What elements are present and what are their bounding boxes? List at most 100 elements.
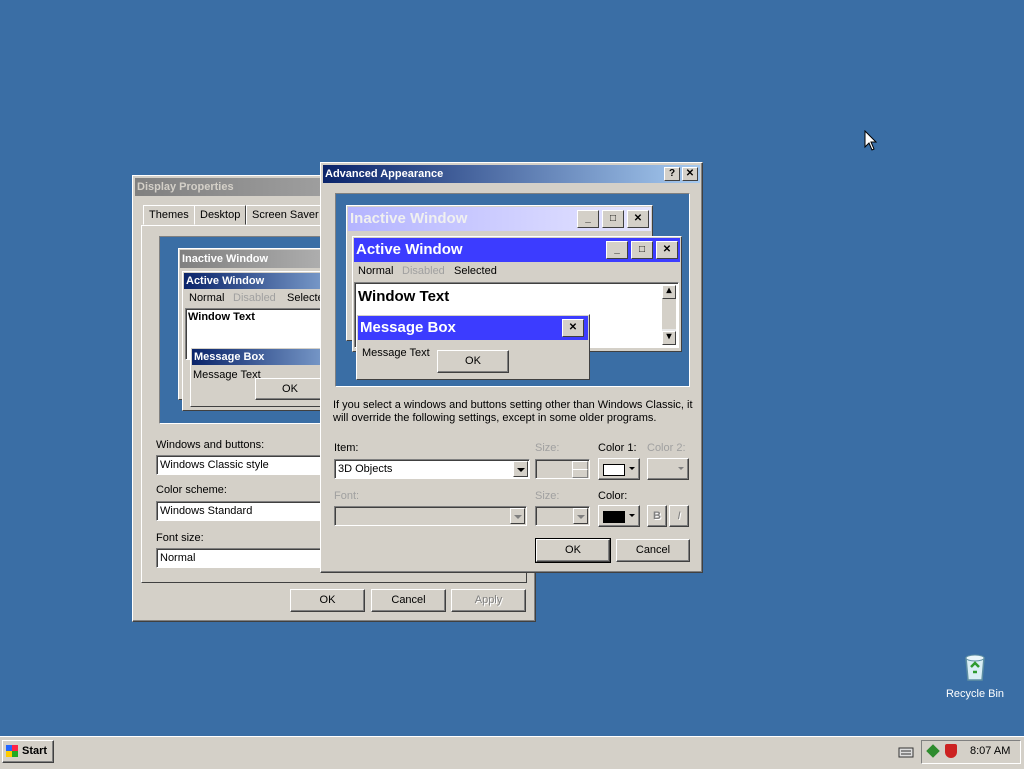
adv-preview-ok-label: OK — [465, 355, 481, 367]
cancel-label: Cancel — [391, 594, 426, 606]
preview-ok-button: OK — [255, 378, 325, 400]
italic-icon: I — [677, 510, 681, 522]
italic-button[interactable]: I — [669, 505, 689, 527]
preview-menu-normal: Normal — [189, 292, 225, 304]
font-size-value: Normal — [160, 552, 196, 564]
font-size-chevron-down-icon[interactable] — [573, 508, 588, 524]
scroll-up-icon: ▴ — [662, 285, 676, 299]
color-scheme-label: Color scheme: — [156, 484, 227, 496]
tab-desktop[interactable]: Desktop — [194, 205, 247, 225]
advanced-ok-label: OK — [565, 544, 581, 556]
spin-down-icon[interactable] — [572, 469, 588, 478]
network-icon[interactable] — [926, 744, 940, 758]
size-label: Size: — [535, 442, 560, 454]
adv-message-close-icon: ✕ — [562, 319, 584, 337]
tab-themes[interactable]: Themes — [143, 205, 195, 225]
apply-button[interactable]: Apply — [451, 589, 526, 612]
chevron-down-icon[interactable] — [513, 461, 528, 477]
color-scheme-value: Windows Standard — [160, 505, 253, 517]
windows-logo-icon — [6, 745, 18, 757]
color1-label: Color 1: — [598, 442, 637, 454]
color2-arrow-icon — [678, 467, 684, 470]
ok-button[interactable]: OK — [290, 589, 365, 612]
advanced-appearance-title: Advanced Appearance — [325, 168, 444, 180]
font-size-label: Font size: — [156, 532, 204, 544]
windows-buttons-label: Windows and buttons: — [156, 439, 265, 451]
color2-button[interactable] — [647, 458, 689, 480]
adv-preview-inactive-title: Inactive Window — [350, 210, 468, 227]
adv-menu-disabled: Disabled — [402, 265, 445, 277]
start-button[interactable]: Start — [2, 740, 54, 763]
adv-message-title: Message Box — [360, 319, 456, 336]
security-shield-icon[interactable] — [945, 744, 957, 758]
tab-desktop-label: Desktop — [200, 209, 241, 221]
recycle-bin[interactable]: Recycle Bin — [940, 650, 1010, 700]
preview-message-text: Message Text — [193, 369, 261, 381]
adv-inactive-close-icon: ✕ — [627, 210, 649, 228]
item-select[interactable]: 3D Objects — [334, 459, 530, 479]
taskbar: Start 8:07 AM — [0, 736, 1024, 769]
font-color-button[interactable] — [598, 505, 640, 527]
windows-buttons-value: Windows Classic style — [160, 459, 269, 471]
advanced-appearance-titlebar[interactable]: Advanced Appearance ? ✕ — [323, 165, 700, 183]
color2-label: Color 2: — [647, 442, 686, 454]
adv-inactive-minimize-icon: _ — [577, 210, 599, 228]
bold-icon: B — [653, 510, 661, 522]
adv-preview-ok-button: OK — [437, 350, 509, 373]
item-label: Item: — [334, 442, 359, 454]
tab-screen-saver[interactable]: Screen Saver — [246, 205, 325, 225]
adv-active-minimize-icon: _ — [606, 241, 628, 259]
windows-buttons-select[interactable]: Windows Classic style — [156, 455, 341, 475]
font-color-label: Color: — [598, 490, 628, 502]
system-tray: 8:07 AM — [921, 740, 1021, 764]
tab-screen-saver-label: Screen Saver — [252, 209, 319, 221]
adv-menu-normal: Normal — [358, 265, 394, 277]
font-color-arrow-icon — [629, 514, 635, 517]
info-text: If you select a windows and buttons sett… — [333, 399, 693, 424]
cancel-button[interactable]: Cancel — [371, 589, 446, 612]
preview-menu-selected: Selecte — [287, 292, 324, 304]
color1-swatch — [603, 464, 625, 476]
advanced-ok-button[interactable]: OK — [535, 538, 611, 563]
recycle-bin-icon — [965, 654, 985, 681]
adv-active-close-icon: ✕ — [656, 241, 678, 259]
help-icon: ? — [668, 168, 676, 179]
advanced-appearance-dialog: Advanced Appearance ? ✕ Inactive Window … — [320, 162, 703, 573]
mouse-cursor-icon — [864, 130, 878, 151]
color-scheme-select[interactable]: Windows Standard — [156, 501, 341, 521]
adv-message-box: Message Box ✕ Message Text OK — [356, 314, 590, 380]
preview-ok-label: OK — [282, 383, 298, 395]
keyboard-icon[interactable] — [898, 745, 914, 759]
adv-menu-selected: Selected — [454, 265, 497, 277]
advanced-cancel-label: Cancel — [635, 544, 671, 556]
recycle-bin-label: Recycle Bin — [945, 688, 1005, 700]
preview-inactive-title: Inactive Window — [182, 253, 269, 265]
bold-button[interactable]: B — [647, 505, 667, 527]
size-spinner[interactable] — [535, 459, 590, 479]
adv-scrollbar: ▴ ▾ — [662, 285, 676, 345]
advanced-cancel-button[interactable]: Cancel — [616, 539, 690, 562]
scroll-down-icon: ▾ — [662, 331, 676, 345]
preview-window-text: Window Text — [188, 311, 255, 323]
font-size-select[interactable]: Normal — [156, 548, 341, 568]
apply-label: Apply — [474, 594, 503, 606]
adv-active-maximize-icon: □ — [631, 241, 653, 259]
adv-window-text: Window Text — [358, 288, 450, 305]
font-select[interactable] — [334, 506, 527, 526]
advanced-preview: Inactive Window _ □ ✕ Active Window _ □ … — [335, 193, 690, 387]
preview-menu-disabled: Disabled — [233, 292, 276, 304]
close-button[interactable]: ✕ — [682, 167, 698, 181]
display-properties-title: Display Properties — [137, 181, 234, 193]
font-size-select[interactable] — [535, 506, 590, 526]
adv-inactive-maximize-icon: □ — [602, 210, 624, 228]
adv-preview-active-title: Active Window — [356, 241, 463, 258]
clock[interactable]: 8:07 AM — [970, 745, 1010, 757]
help-button[interactable]: ? — [664, 167, 680, 181]
font-chevron-down-icon[interactable] — [510, 508, 525, 524]
start-label: Start — [22, 745, 48, 757]
tab-themes-label: Themes — [149, 209, 189, 221]
ok-label: OK — [319, 594, 336, 606]
color1-button[interactable] — [598, 458, 640, 480]
font-label: Font: — [334, 490, 360, 502]
color1-arrow-icon — [629, 467, 635, 470]
